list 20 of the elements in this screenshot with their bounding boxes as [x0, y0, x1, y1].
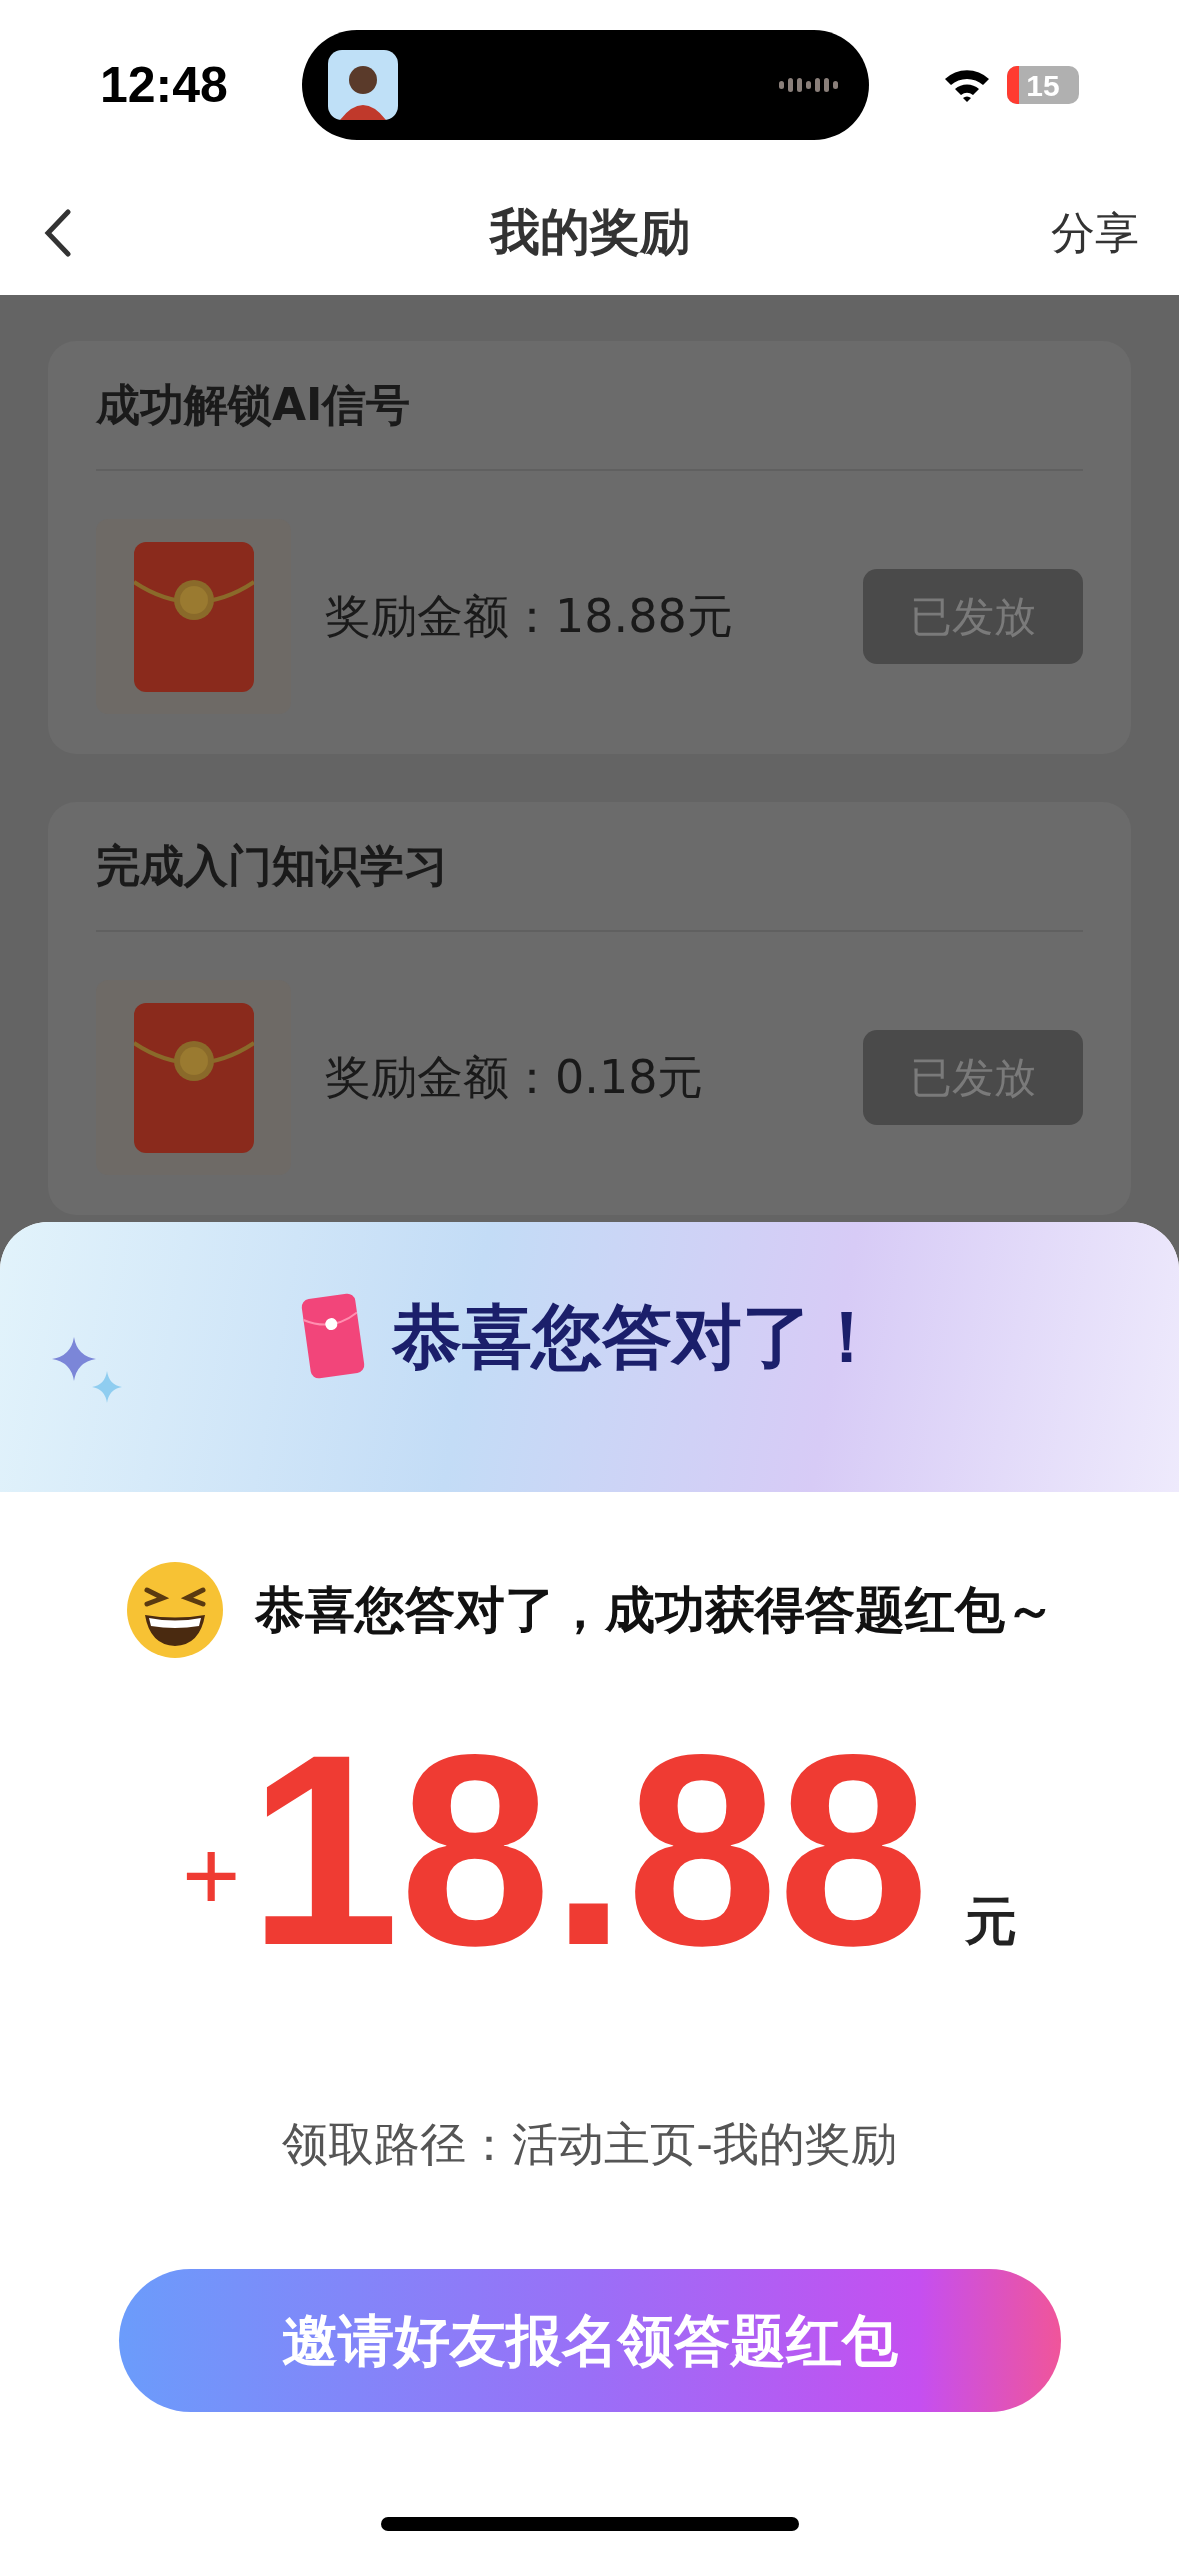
- plus-sign: +: [181, 1825, 241, 1925]
- reward-amount-large: 18.88: [248, 1730, 930, 1970]
- success-message: 恭喜您答对了，成功获得答题红包～: [254, 1579, 1055, 1641]
- reward-title: 完成入门知识学习: [96, 839, 448, 893]
- battery-indicator: 15: [1007, 66, 1079, 104]
- status-time: 12:48: [100, 55, 228, 115]
- claim-path: 领取路径：活动主页-我的奖励: [282, 2116, 897, 2173]
- envelope-icon: [96, 519, 291, 714]
- page-title: 我的奖励: [489, 202, 690, 263]
- envelope-icon: [96, 980, 291, 1175]
- avatar-icon: [327, 50, 398, 120]
- invite-button[interactable]: 邀请好友报名领答题红包: [118, 2269, 1061, 2412]
- reward-amount: 奖励金额：18.88元: [325, 588, 734, 645]
- laughing-emoji-icon: [124, 1560, 225, 1660]
- dialog-title: 恭喜您答对了！: [391, 1295, 882, 1380]
- reward-amount: 奖励金额：0.18元: [325, 1049, 705, 1106]
- reward-title: 成功解锁AI信号: [96, 378, 411, 432]
- wifi-icon: [943, 67, 991, 103]
- share-button[interactable]: 分享: [1051, 199, 1139, 266]
- currency-unit: 元: [965, 1890, 1018, 1953]
